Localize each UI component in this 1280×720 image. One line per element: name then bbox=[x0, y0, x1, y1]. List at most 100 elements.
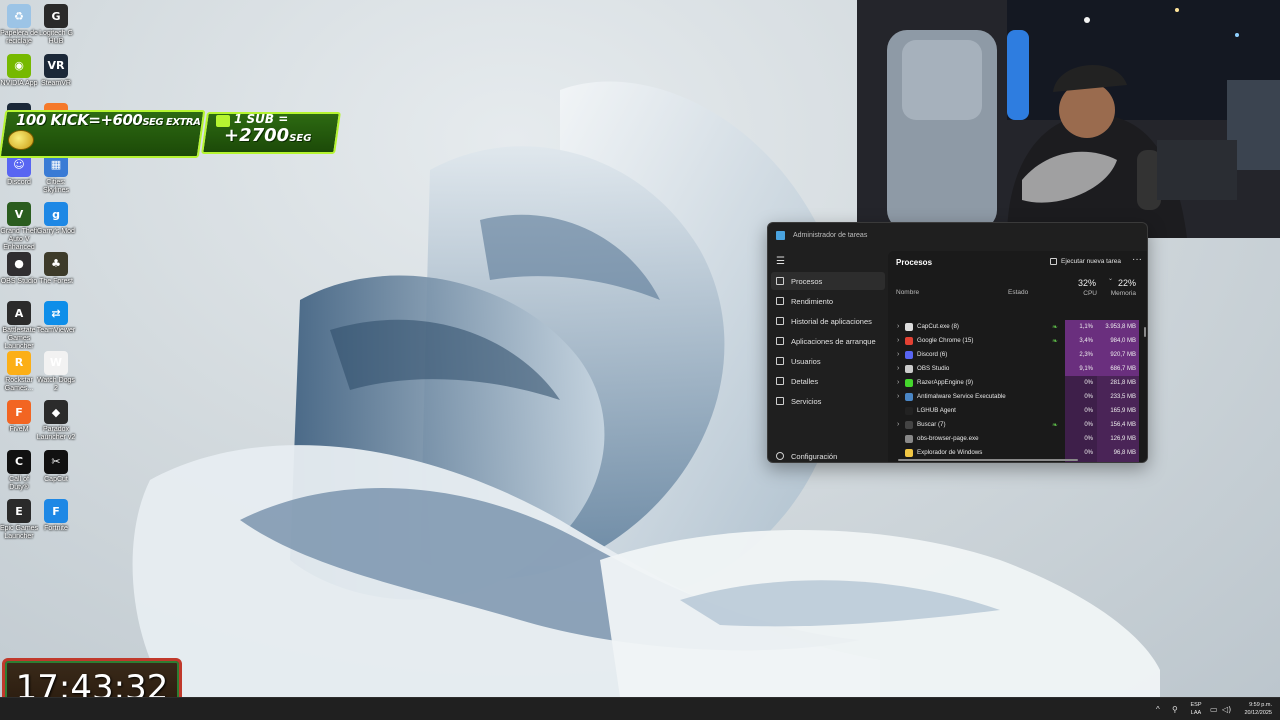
banner-kick-amount: 100 KICK=+600 bbox=[16, 111, 143, 129]
efficiency-mode-icon: ❧ bbox=[1052, 338, 1058, 345]
desktop-icon-label: Paradox Launcher v2 bbox=[36, 426, 76, 441]
details-icon bbox=[776, 377, 784, 385]
language-code: ESP bbox=[1190, 702, 1202, 708]
process-icon bbox=[905, 351, 913, 359]
desktop-icon[interactable]: ♻ Papelera de reciclaje bbox=[0, 4, 39, 46]
process-memory: 281,8 MB bbox=[1097, 376, 1139, 390]
performance-icon bbox=[776, 297, 784, 305]
show-hidden-icons-chevron-icon[interactable]: ^ bbox=[1156, 698, 1160, 720]
sidebar-item-label: Servicios bbox=[791, 396, 822, 406]
hamburger-menu-icon[interactable]: ☰ bbox=[776, 256, 785, 267]
desktop-icon-label: Discord bbox=[7, 178, 31, 186]
column-header-name[interactable]: Nombre bbox=[896, 289, 919, 296]
table-row[interactable]: LGHUB Agent 0% 165,9 MB bbox=[888, 404, 1143, 418]
desktop-icon[interactable]: g Garry's Mod bbox=[36, 202, 76, 236]
desktop-icon-label: The Forest bbox=[39, 277, 73, 285]
desktop-icon[interactable]: ✂ CapCut bbox=[36, 449, 76, 484]
gear-icon bbox=[776, 452, 784, 460]
desktop-icon[interactable]: R Rockstar Games... bbox=[0, 350, 39, 393]
more-options-icon[interactable]: ··· bbox=[1132, 254, 1142, 265]
table-row[interactable]: obs-browser-page.exe 0% 126,9 MB bbox=[888, 432, 1143, 446]
forest-icon: ♣ bbox=[44, 251, 68, 276]
desktop-icon[interactable]: F FiveM bbox=[0, 400, 39, 434]
recycle-bin-icon: ♻ bbox=[7, 4, 31, 28]
desktop-icon-label: Rockstar Games... bbox=[4, 376, 34, 392]
table-row[interactable]: › CapCut.exe (8) ❧ 1,1% 3.953,8 MB bbox=[888, 320, 1143, 334]
task-manager-window[interactable]: Administrador de tareas ☰ Procesos Rendim… bbox=[767, 222, 1148, 463]
language-indicator[interactable]: ESP LAA bbox=[1188, 701, 1204, 717]
table-row[interactable]: › RazerAppEngine (9) 0% 281,8 MB bbox=[888, 376, 1143, 390]
taskbar-time: 9:59 p.m. bbox=[1249, 702, 1272, 708]
process-memory: 686,7 MB bbox=[1097, 362, 1139, 376]
process-name: Discord (6) bbox=[917, 351, 948, 358]
window-title: Administrador de tareas bbox=[793, 231, 868, 239]
process-cpu: 0% bbox=[1065, 390, 1097, 404]
expand-chevron-icon[interactable]: › bbox=[897, 421, 899, 428]
process-memory: 920,7 MB bbox=[1097, 348, 1139, 362]
desktop-icon[interactable]: ● OBS Studio bbox=[0, 251, 39, 286]
column-header-memory[interactable]: Memoria bbox=[1106, 290, 1136, 297]
sidebar-item-label: Usuarios bbox=[791, 356, 821, 366]
desktop-icon[interactable]: ◆ Paradox Launcher v2 bbox=[36, 400, 76, 442]
table-row[interactable]: › Google Chrome (15) ❧ 3,4% 984,0 MB bbox=[888, 334, 1143, 348]
desktop-icon[interactable]: G Logitech G HUB bbox=[36, 4, 76, 46]
sidebar-item-historial-de-aplicaciones[interactable]: Historial de aplicaciones bbox=[771, 312, 885, 330]
sidebar-item-procesos[interactable]: Procesos bbox=[771, 272, 885, 290]
column-header-cpu[interactable]: CPU bbox=[1081, 290, 1097, 297]
process-memory: 126,9 MB bbox=[1097, 432, 1139, 446]
process-icon bbox=[905, 365, 913, 373]
obs-icon: ● bbox=[7, 251, 31, 276]
volume-icon[interactable]: ◁) bbox=[1222, 698, 1231, 720]
desktop-icon[interactable]: VR SteamVR bbox=[36, 53, 76, 88]
process-name: Buscar (7) bbox=[917, 421, 946, 428]
desktop-icon[interactable]: E Epic Games Launcher bbox=[0, 499, 39, 541]
sidebar-item-label: Rendimiento bbox=[791, 296, 834, 306]
process-name: OBS Studio bbox=[917, 365, 950, 372]
table-row[interactable]: Explorador de Windows 0% 96,8 MB bbox=[888, 446, 1143, 460]
horizontal-scrollbar[interactable] bbox=[898, 459, 1078, 461]
expand-chevron-icon[interactable]: › bbox=[897, 351, 899, 358]
coins-icon bbox=[8, 130, 34, 150]
gta-icon: V bbox=[7, 202, 31, 226]
sidebar-item-servicios[interactable]: Servicios bbox=[771, 392, 885, 410]
desktop-icon-label: CapCut bbox=[44, 475, 68, 483]
table-row[interactable]: › OBS Studio 9,1% 686,7 MB bbox=[888, 362, 1143, 376]
run-new-task-button[interactable]: Ejecutar nueva tarea bbox=[1050, 258, 1121, 265]
desktop-icon[interactable]: ♣ The Forest bbox=[36, 251, 76, 286]
expand-chevron-icon[interactable]: › bbox=[897, 393, 899, 400]
desktop-icon[interactable]: ⇄ TeamViewer bbox=[36, 301, 76, 335]
desktop-icon[interactable]: F Fortnite bbox=[36, 499, 76, 533]
location-icon[interactable]: ⚲ bbox=[1172, 698, 1178, 720]
watchdogs-icon: W bbox=[44, 350, 68, 375]
process-icon bbox=[905, 323, 913, 331]
process-memory: 233,5 MB bbox=[1097, 390, 1139, 404]
table-row[interactable]: › Discord (6) 2,3% 920,7 MB bbox=[888, 348, 1143, 362]
sidebar-item-rendimiento[interactable]: Rendimiento bbox=[771, 292, 885, 310]
column-header-status[interactable]: Estado bbox=[1008, 289, 1028, 296]
desktop-icon-label: Cities: Skylines bbox=[42, 178, 70, 194]
network-icon[interactable]: ▭ bbox=[1210, 698, 1218, 720]
expand-chevron-icon[interactable]: › bbox=[897, 365, 899, 372]
sidebar-item-detalles[interactable]: Detalles bbox=[771, 372, 885, 390]
desktop-icon[interactable]: C Call of Duty® bbox=[0, 449, 39, 492]
expand-chevron-icon[interactable]: › bbox=[897, 323, 899, 330]
process-list: › CapCut.exe (8) ❧ 1,1% 3.953,8 MB › Google Ch… bbox=[888, 320, 1143, 462]
desktop-icon[interactable]: ◉ NVIDIA App bbox=[0, 53, 39, 88]
efficiency-mode-icon: ❧ bbox=[1052, 422, 1058, 429]
process-memory: 96,8 MB bbox=[1097, 446, 1139, 460]
sidebar-item-configuracion[interactable]: Configuración bbox=[771, 447, 885, 462]
sidebar-item-usuarios[interactable]: Usuarios bbox=[771, 352, 885, 370]
clock-date[interactable]: 9:59 p.m. 20/12/2025 bbox=[1236, 701, 1272, 717]
expand-chevron-icon[interactable]: › bbox=[897, 337, 899, 344]
table-row[interactable]: › Antimalware Service Executable 0% 233,5 M… bbox=[888, 390, 1143, 404]
sidebar-item-label: Detalles bbox=[791, 376, 819, 386]
expand-chevron-icon[interactable]: › bbox=[897, 379, 899, 386]
table-row[interactable]: › Buscar (7) ❧ 0% 156,4 MB bbox=[888, 418, 1143, 432]
desktop-icon[interactable]: V Grand Theft Auto V Enhanced bbox=[0, 202, 39, 252]
vertical-scrollbar[interactable] bbox=[1144, 327, 1146, 337]
task-manager-titlebar[interactable]: Administrador de tareas bbox=[768, 223, 1147, 247]
process-icon bbox=[905, 435, 913, 443]
sidebar-item-aplicaciones-de-arranque[interactable]: Aplicaciones de arranque bbox=[771, 332, 885, 350]
desktop-icon[interactable]: W Watch Dogs 2 bbox=[36, 350, 76, 393]
desktop-icon[interactable]: A Battlestate Games Launcher bbox=[0, 301, 39, 351]
